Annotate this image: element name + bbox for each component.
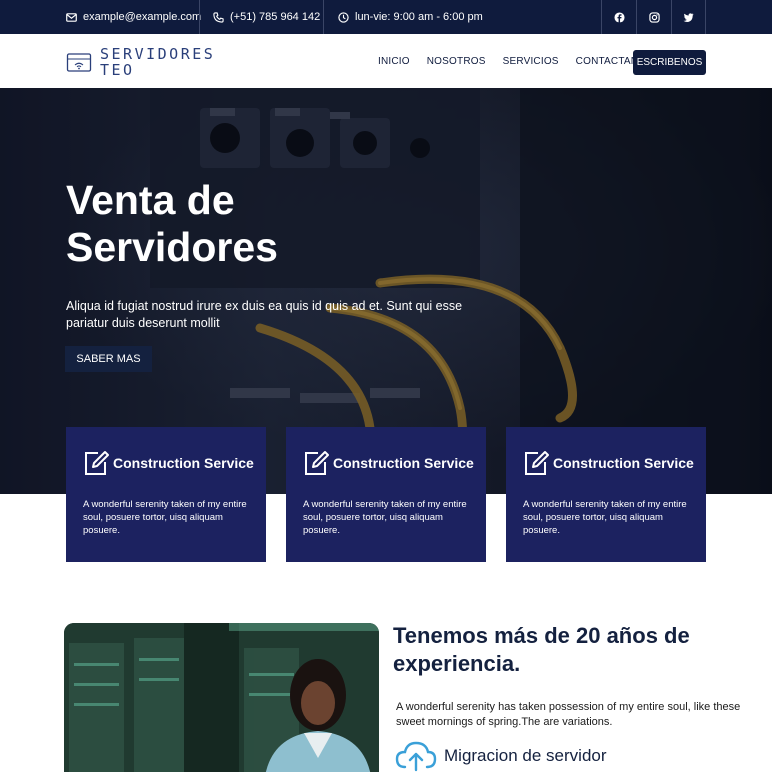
divider [199, 0, 200, 34]
nav-inicio[interactable]: INICIO [378, 56, 410, 67]
service-card-text: A wonderful serenity taken of my entire … [523, 499, 687, 536]
top-bar: example@example.com (+51) 785 964 142 lu… [0, 0, 772, 34]
topbar-email[interactable]: example@example.com [66, 0, 201, 34]
hero-subtitle: Aliqua id fugiat nostrud irure ex duis e… [66, 299, 463, 330]
service-card-title: Construction Service [113, 455, 254, 471]
logo[interactable]: SERVIDORES TEO [66, 46, 215, 78]
about-text: A wonderful serenity has taken possessio… [396, 701, 741, 728]
about-image [64, 623, 379, 772]
logo-line2: TEO [100, 61, 135, 79]
twitter-link[interactable] [671, 0, 706, 34]
service-card-header: Construction Service [303, 449, 474, 477]
hero-title: Venta de Servidores [66, 177, 278, 271]
logo-text: SERVIDORES TEO [100, 46, 215, 78]
service-card-title: Construction Service [553, 455, 694, 471]
escribenos-button[interactable]: ESCRIBENOS [633, 50, 706, 75]
instagram-icon [648, 11, 660, 23]
clock-icon [338, 11, 349, 23]
divider [323, 0, 324, 34]
edit-icon [525, 451, 549, 475]
cloud-upload-icon [395, 741, 437, 772]
about-title: Tenemos más de 20 años de experiencia. [393, 623, 690, 676]
topbar-email-text: example@example.com [83, 11, 202, 23]
service-card[interactable]: Construction Service A wonderful serenit… [66, 427, 266, 562]
phone-icon [213, 11, 224, 23]
facebook-icon [613, 11, 625, 23]
saber-mas-button[interactable]: SABER MAS [65, 346, 152, 372]
envelope-icon [66, 12, 77, 22]
logo-line1: SERVIDORES [100, 45, 216, 63]
twitter-icon [683, 12, 694, 22]
topbar-hours-text: lun-vie: 9:00 am - 6:00 pm [355, 11, 483, 23]
facebook-link[interactable] [601, 0, 636, 34]
service-card-title: Construction Service [333, 455, 474, 471]
service-card-text: A wonderful serenity taken of my entire … [83, 499, 247, 536]
instagram-link[interactable] [636, 0, 671, 34]
hero-title-line2: Servidores [66, 224, 278, 270]
server-logo-icon [66, 53, 92, 72]
feature-item: Migracion de servidor [395, 740, 607, 772]
service-card-header: Construction Service [523, 449, 694, 477]
edit-icon [85, 451, 109, 475]
server-room-photo [64, 623, 379, 772]
service-card-header: Construction Service [83, 449, 254, 477]
service-card[interactable]: Construction Service A wonderful serenit… [506, 427, 706, 562]
edit-icon [305, 451, 329, 475]
hero-title-line1: Venta de [66, 177, 235, 223]
topbar-phone[interactable]: (+51) 785 964 142 [213, 0, 320, 34]
site-header: SERVIDORES TEO INICIO NOSOTROS SERVICIOS… [0, 34, 772, 88]
nav-nosotros[interactable]: NOSOTROS [427, 56, 486, 67]
service-card[interactable]: Construction Service A wonderful serenit… [286, 427, 486, 562]
feature-label: Migracion de servidor [444, 746, 607, 765]
nav-servicios[interactable]: SERVICIOS [503, 56, 559, 67]
service-card-text: A wonderful serenity taken of my entire … [303, 499, 467, 536]
topbar-phone-text: (+51) 785 964 142 [230, 11, 321, 23]
main-nav: INICIO NOSOTROS SERVICIOS CONTACTANOS [378, 34, 653, 88]
topbar-hours: lun-vie: 9:00 am - 6:00 pm [338, 0, 483, 34]
